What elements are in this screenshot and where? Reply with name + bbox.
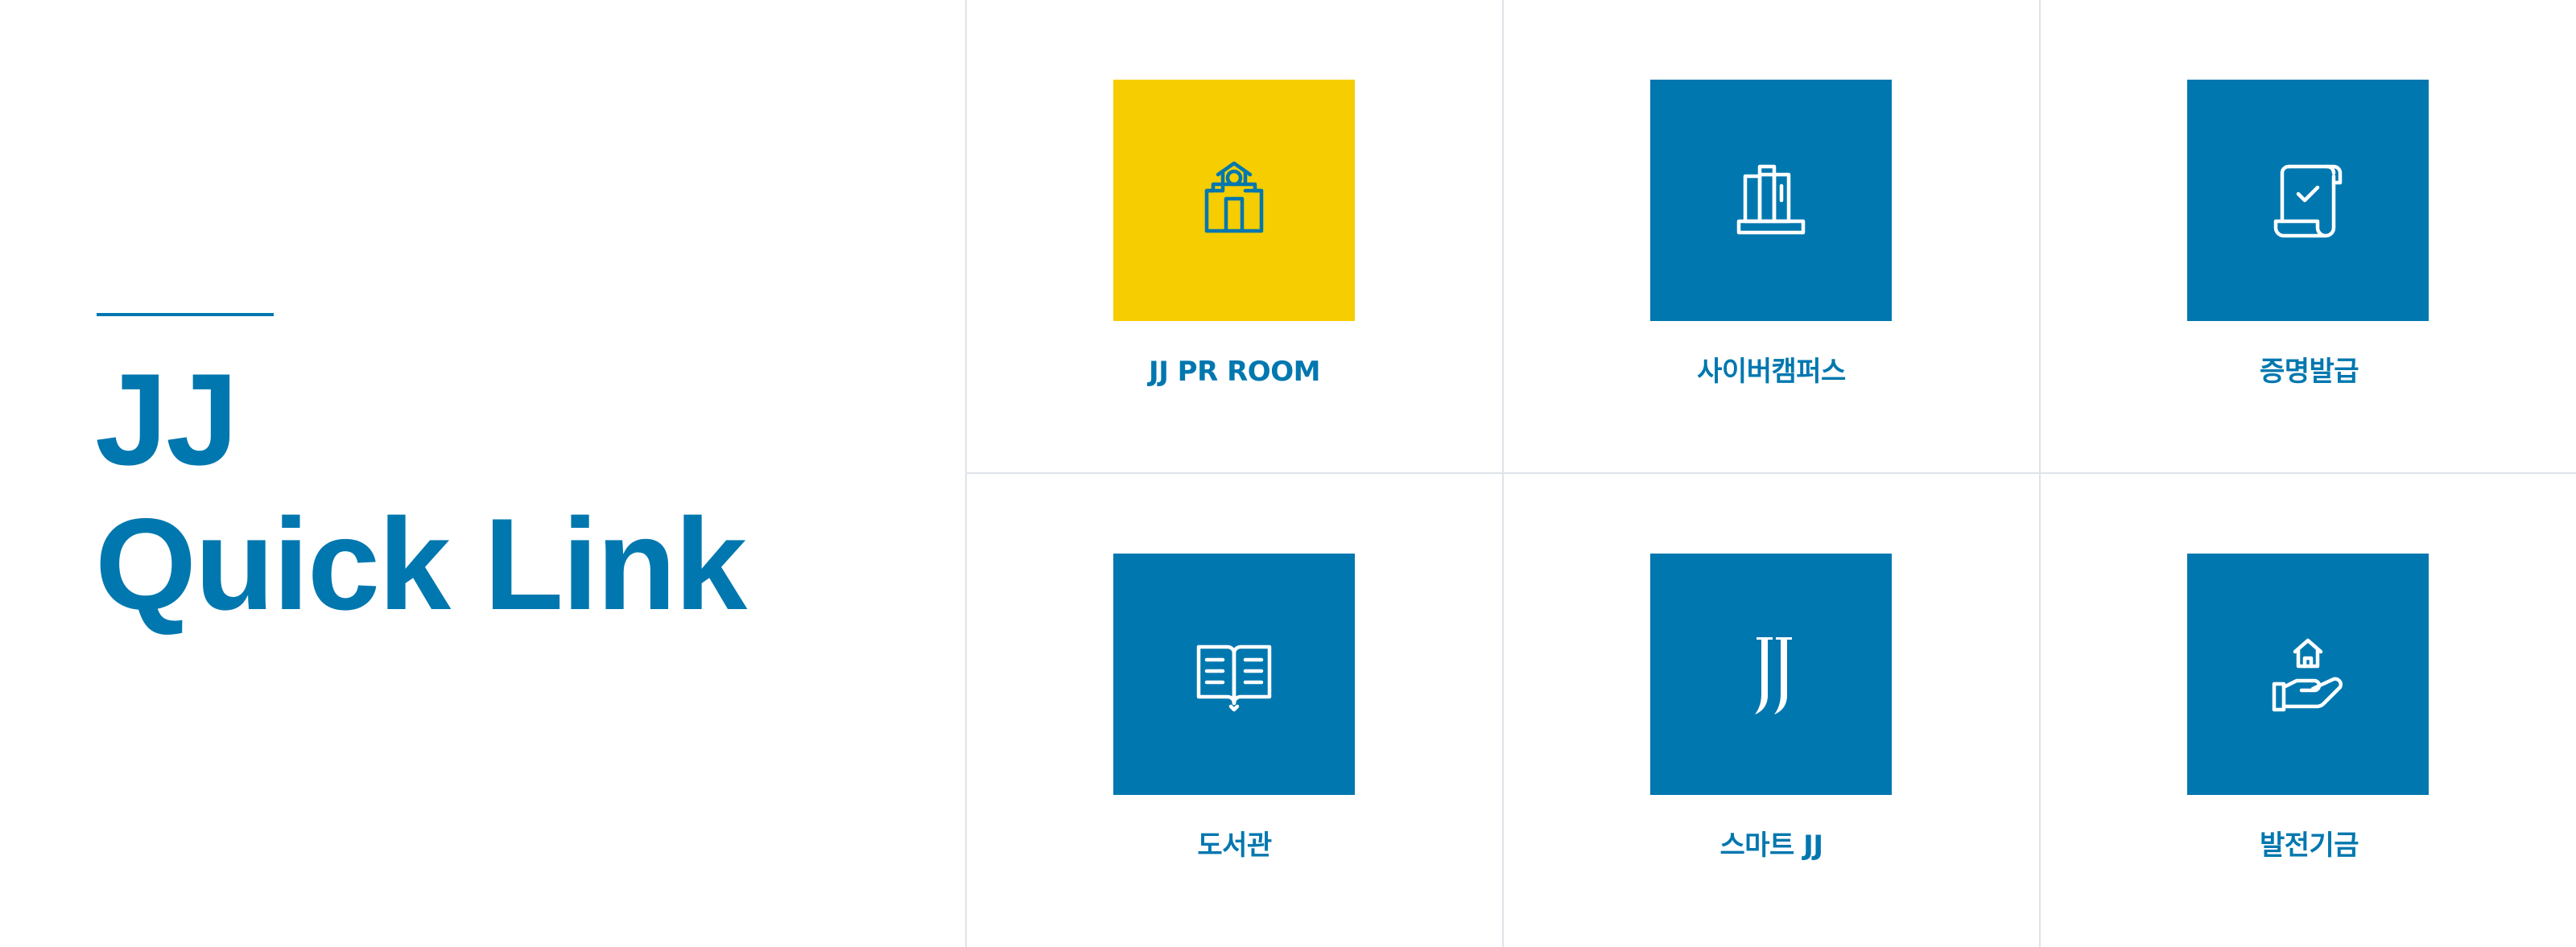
section-title: JJ Quick Link: [95, 347, 747, 637]
jj-logo-icon: [1755, 637, 1792, 714]
quick-link-grid: JJ PR ROOM 사이버캠퍼스 증명발급 도서관 스마트 JJ 발전기금: [965, 0, 2576, 947]
title-accent-line: [97, 313, 274, 316]
pr-room-icon-box: [1113, 80, 1355, 321]
intro-panel: JJ Quick Link: [0, 0, 965, 947]
school-building-icon: [1204, 161, 1264, 233]
books-icon: [1736, 164, 1806, 235]
quick-link-cyber-campus[interactable]: 사이버캠퍼스: [1504, 0, 2041, 474]
development-fund-label: 발전기금: [2259, 830, 2359, 862]
cyber-campus-icon-box: [1650, 80, 1892, 321]
quick-link-certificate[interactable]: 증명발급: [2041, 0, 2576, 474]
certificate-scroll-icon: [2273, 164, 2343, 238]
section-title-line2: Quick Link: [95, 492, 747, 637]
quick-link-section: JJ Quick Link JJ PR ROOM 사이버캠퍼스 증명발급 도서관…: [0, 0, 2576, 947]
quick-link-pr-room[interactable]: JJ PR ROOM: [967, 0, 1504, 474]
open-book-icon: [1196, 644, 1272, 712]
library-label: 도서관: [1197, 830, 1272, 862]
quick-link-development-fund[interactable]: 발전기금: [2041, 474, 2576, 947]
cyber-campus-label: 사이버캠퍼스: [1697, 356, 1846, 388]
certificate-label: 증명발급: [2259, 356, 2359, 388]
quick-link-smart-jj[interactable]: 스마트 JJ: [1504, 474, 2041, 947]
library-icon-box: [1113, 554, 1355, 795]
section-title-line1: JJ: [95, 347, 238, 492]
pr-room-label: JJ PR ROOM: [1149, 356, 1320, 388]
quick-link-library[interactable]: 도서관: [967, 474, 1504, 947]
smart-jj-label: 스마트 JJ: [1719, 830, 1823, 862]
smart-jj-icon-box: [1650, 554, 1892, 795]
development-fund-icon-box: [2187, 554, 2429, 795]
certificate-icon-box: [2187, 80, 2429, 321]
hand-house-icon: [2272, 638, 2343, 712]
